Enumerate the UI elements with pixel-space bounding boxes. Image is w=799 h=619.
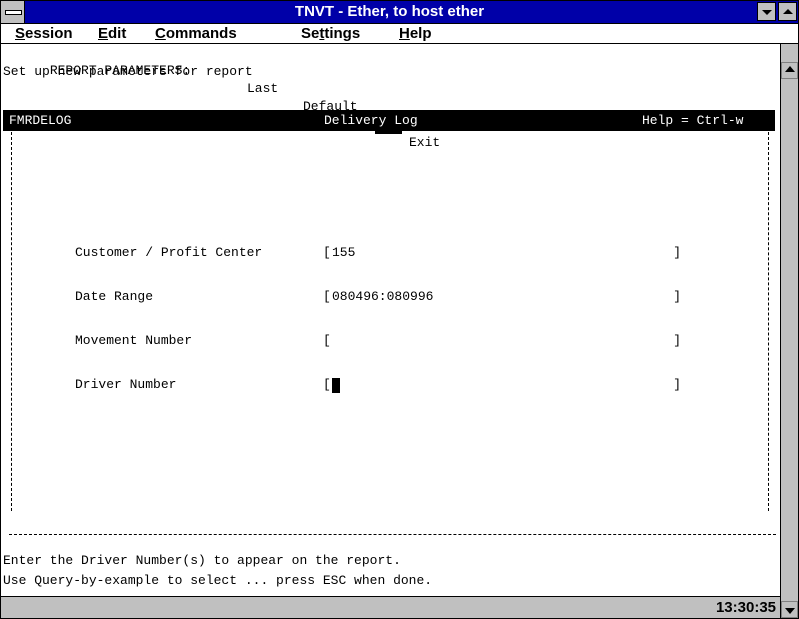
form-title: Delivery Log	[324, 113, 418, 128]
field-label-driver: Driver Number	[75, 377, 177, 392]
frame-bottom-border	[9, 534, 776, 535]
menu-bar: Session Edit Commands Settings Help	[1, 24, 798, 44]
status-line-2: Use Query-by-example to select ... press…	[3, 573, 433, 588]
movement-number-input[interactable]: []	[323, 332, 681, 350]
help-hint: Help = Ctrl-w	[642, 113, 744, 128]
terminal-screen[interactable]: REPORT PARAMETERS: Last Default New Exit…	[1, 44, 780, 595]
date-range-input[interactable]: [080496:080996]	[323, 288, 681, 306]
option-last[interactable]: Last	[247, 80, 278, 98]
clock: 13:30:35	[715, 599, 776, 616]
terminal-window: TNVT - Ether, to host ether Session Edit…	[0, 0, 799, 619]
vertical-scrollbar[interactable]	[780, 44, 798, 618]
menu-session[interactable]: Session	[15, 24, 73, 43]
title-bar: TNVT - Ether, to host ether	[1, 1, 798, 24]
menu-edit[interactable]: Edit	[98, 24, 126, 43]
field-label-movement: Movement Number	[75, 333, 193, 348]
program-name: FMRDELOG	[9, 113, 72, 128]
minimize-icon[interactable]	[757, 2, 776, 21]
scroll-up-icon[interactable]	[781, 62, 798, 79]
menu-commands[interactable]: Commands	[155, 24, 237, 43]
frame-right-border	[768, 132, 769, 511]
field-label-customer: Customer / Profit Center	[75, 245, 263, 260]
text-cursor	[332, 378, 340, 393]
instruction-line: Set up new parameters for report	[3, 64, 253, 79]
report-parameters-line: REPORT PARAMETERS: Last Default New Exit	[3, 44, 440, 150]
field-label-date-range: Date Range	[75, 289, 154, 304]
option-exit[interactable]: Exit	[409, 134, 440, 152]
date-range-value: 080496:080996	[332, 289, 434, 304]
menu-help[interactable]: Help	[399, 24, 432, 43]
status-line-1: Enter the Driver Number(s) to appear on …	[3, 553, 401, 568]
system-menu-icon[interactable]	[1, 1, 25, 23]
scroll-down-icon[interactable]	[781, 601, 798, 618]
frame-left-border	[11, 132, 12, 511]
driver-number-input[interactable]: []	[323, 376, 681, 394]
maximize-icon[interactable]	[778, 2, 797, 21]
status-bar: 13:30:35	[1, 596, 780, 618]
window-title: TNVT - Ether, to host ether	[294, 3, 485, 20]
customer-value: 155	[332, 245, 356, 260]
customer-profit-center-input[interactable]: [155]	[323, 244, 681, 262]
menu-settings[interactable]: Settings	[301, 24, 360, 43]
form-header-bar: FMRDELOG Delivery Log Help = Ctrl-w	[3, 110, 775, 131]
